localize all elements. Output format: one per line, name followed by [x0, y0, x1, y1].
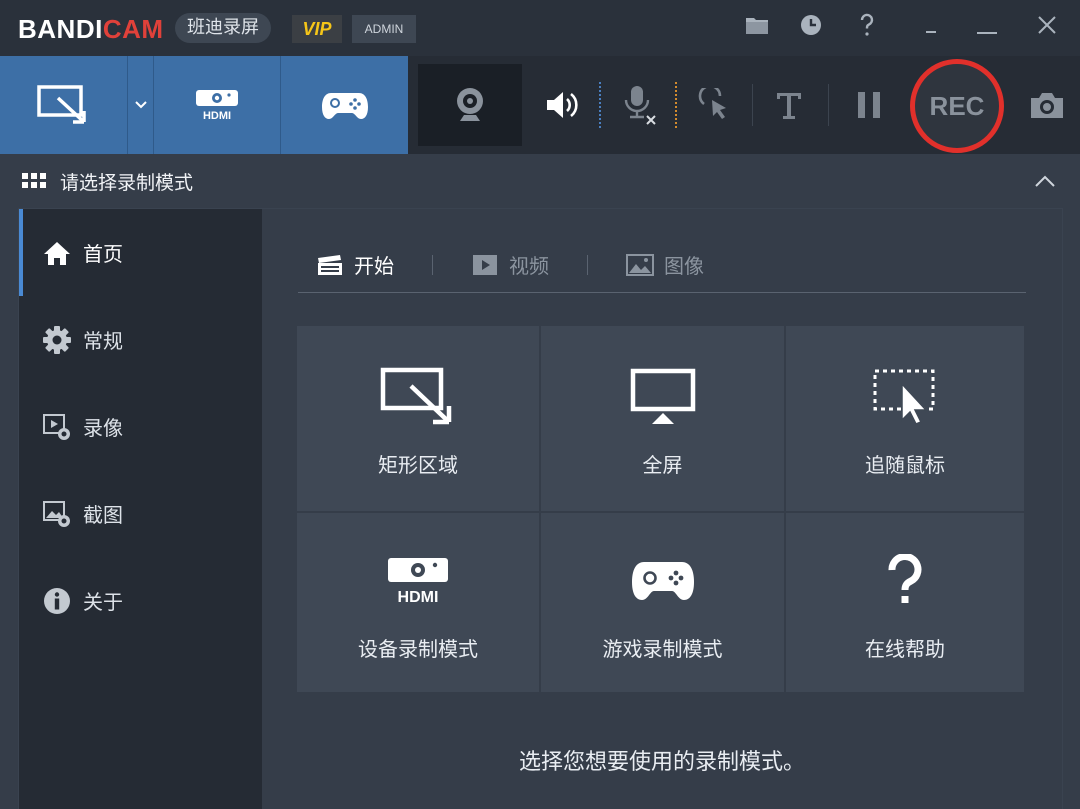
- tile-label: 全屏: [642, 453, 683, 477]
- chevron-up-icon: [1035, 175, 1055, 187]
- close-icon[interactable]: [1032, 10, 1062, 40]
- clapperboard-icon: [316, 253, 344, 277]
- tile-label: 设备录制模式: [358, 637, 478, 661]
- main-panel: 开始 视频 图像 矩形区域 全屏 追随鼠标 HDMI 设备录制模式 游戏录制模式…: [262, 209, 1062, 809]
- rec-label: REC: [929, 90, 985, 121]
- tile-follow-mouse[interactable]: 追随鼠标: [786, 326, 1024, 511]
- tile-rectangle-area[interactable]: 矩形区域: [297, 326, 539, 511]
- clock-icon[interactable]: [796, 10, 826, 40]
- rec-button[interactable]: REC: [910, 59, 1004, 153]
- sidebar: 首页 常规 录像 截图 关于: [19, 209, 262, 809]
- camera-icon: [1031, 93, 1063, 118]
- tile-label: 追随鼠标: [865, 453, 945, 477]
- hdmi-mode-button[interactable]: HDMI: [154, 56, 281, 154]
- sidebar-item-general[interactable]: 常规: [19, 296, 262, 383]
- tab-image[interactable]: 图像: [608, 245, 722, 285]
- svg-text:HDMI: HDMI: [203, 110, 231, 122]
- speaker-icon: [547, 92, 578, 118]
- sidebar-item-home[interactable]: 首页: [19, 209, 262, 296]
- microphone-button[interactable]: [612, 80, 662, 130]
- tab-divider: [432, 254, 433, 275]
- gamepad-icon: [618, 543, 708, 619]
- speaker-button[interactable]: [537, 80, 587, 130]
- tab-start[interactable]: 开始: [298, 245, 412, 285]
- monitor-icon: [618, 359, 708, 435]
- help-icon[interactable]: [852, 10, 882, 40]
- tab-video[interactable]: 视频: [453, 245, 567, 285]
- rectangle-mode-button[interactable]: [0, 56, 128, 154]
- admin-badge: ADMIN: [352, 15, 416, 43]
- tab-label: 视频: [509, 254, 549, 278]
- home-icon: [41, 237, 73, 269]
- hdmi-icon: HDMI: [196, 90, 238, 122]
- microphone-icon: [624, 86, 656, 125]
- minimize-icon[interactable]: [916, 10, 946, 40]
- image-settings-icon: [41, 498, 73, 530]
- tile-game-mode[interactable]: 游戏录制模式: [541, 513, 784, 692]
- gamepad-icon: [321, 93, 368, 119]
- sidebar-item-label: 录像: [83, 416, 123, 440]
- logo-text-cam: CAM: [102, 14, 164, 44]
- vip-badge[interactable]: VIP: [292, 15, 342, 43]
- folder-icon[interactable]: [742, 10, 772, 40]
- toolbar-divider: [828, 84, 829, 126]
- text-overlay-button[interactable]: [764, 80, 814, 130]
- tab-label: 图像: [664, 254, 704, 278]
- mouse-click-button[interactable]: [690, 80, 740, 130]
- pause-icon: [858, 92, 880, 118]
- tab-label: 开始: [354, 254, 394, 278]
- mode-dropdown-button[interactable]: [128, 56, 154, 154]
- mouse-click-icon: [698, 88, 726, 119]
- video-icon: [471, 253, 499, 277]
- game-mode-button[interactable]: [281, 56, 408, 154]
- tile-online-help[interactable]: 在线帮助: [786, 513, 1024, 692]
- microphone-level-meter: [675, 82, 677, 130]
- title-bar: BANDICAM 班迪录屏 VIP ADMIN: [0, 0, 1080, 56]
- tile-label: 游戏录制模式: [602, 637, 723, 661]
- app-name-chinese: 班迪录屏: [175, 13, 271, 43]
- tile-fullscreen[interactable]: 全屏: [541, 326, 784, 511]
- tile-label: 在线帮助: [865, 637, 945, 661]
- mode-header: 请选择录制模式: [0, 154, 1080, 208]
- app-logo: BANDICAM: [18, 14, 164, 45]
- minimize-bar-icon[interactable]: [972, 10, 1002, 40]
- sidebar-item-screenshot[interactable]: 截图: [19, 470, 262, 557]
- question-icon: [860, 543, 950, 619]
- toolbar-divider: [752, 84, 753, 126]
- chevron-down-icon: [134, 101, 147, 109]
- sidebar-item-about[interactable]: 关于: [19, 557, 262, 644]
- logo-text-bandi: BANDI: [18, 14, 103, 44]
- sidebar-item-label: 关于: [83, 590, 123, 614]
- sidebar-item-label: 首页: [83, 242, 123, 266]
- tile-device-mode[interactable]: HDMI 设备录制模式: [297, 513, 539, 692]
- rectangle-area-icon: [373, 359, 463, 435]
- tile-label: 矩形区域: [378, 453, 458, 477]
- pause-button[interactable]: [844, 80, 894, 130]
- webcam-icon: [457, 88, 483, 121]
- image-icon: [626, 253, 654, 277]
- video-settings-icon: [41, 411, 73, 443]
- main-toolbar: HDMI REC: [0, 56, 1080, 154]
- tab-divider: [587, 254, 588, 275]
- screenshot-button[interactable]: [1022, 80, 1072, 130]
- sidebar-item-label: 常规: [83, 329, 123, 353]
- bandicam-window: BANDICAM 班迪录屏 VIP ADMIN HDMI REC 请选择录制模式…: [0, 0, 1080, 809]
- hint-text: 选择您想要使用的录制模式。: [518, 750, 805, 775]
- collapse-button[interactable]: [1032, 168, 1058, 194]
- follow-mouse-icon: [860, 359, 950, 435]
- info-icon: [41, 585, 73, 617]
- mode-header-title: 请选择录制模式: [60, 171, 194, 194]
- sidebar-item-video[interactable]: 录像: [19, 383, 262, 470]
- hdmi-icon: HDMI: [373, 543, 463, 619]
- gear-icon: [41, 324, 73, 356]
- rectangle-area-icon: [36, 85, 86, 124]
- tab-bar: 开始 视频 图像: [298, 237, 1026, 293]
- sidebar-item-label: 截图: [83, 503, 123, 527]
- mode-tiles: 矩形区域 全屏 追随鼠标 HDMI 设备录制模式 游戏录制模式 在线帮助: [297, 326, 1024, 694]
- speaker-level-meter: [599, 82, 601, 130]
- webcam-button[interactable]: [418, 64, 522, 146]
- svg-text:HDMI: HDMI: [398, 589, 439, 606]
- grid-icon: [22, 173, 46, 188]
- text-icon: [777, 93, 801, 119]
